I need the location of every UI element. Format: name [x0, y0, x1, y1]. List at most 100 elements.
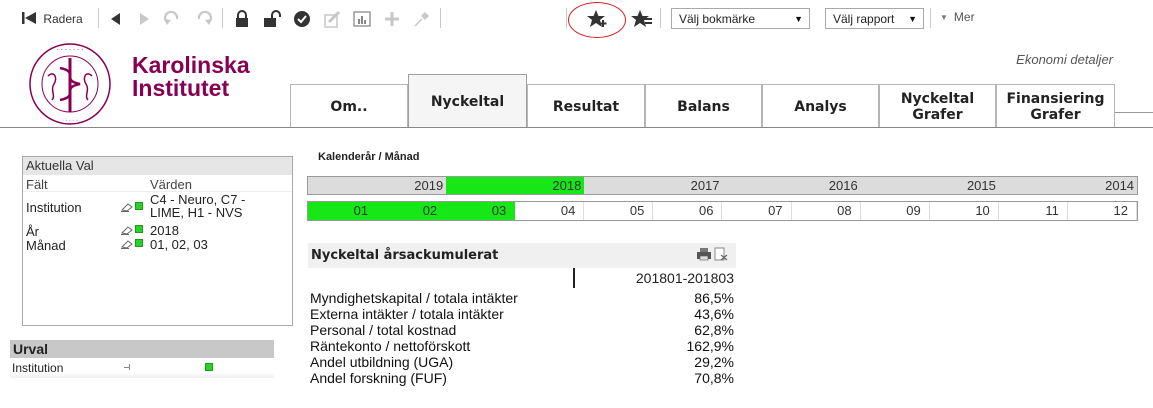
kpi-value: 62,8%	[694, 322, 734, 338]
excel-export-icon[interactable]	[714, 247, 728, 261]
selection-value: 01, 02, 03	[150, 237, 208, 252]
report-select[interactable]: Välj rapport ▼	[825, 8, 924, 29]
more-label: Mer	[953, 10, 975, 24]
report-select-value: Välj rapport	[833, 11, 895, 26]
kpi-value: 43,6%	[694, 306, 734, 322]
separator	[440, 8, 441, 28]
bookmark-select[interactable]: Välj bokmärke ▼	[671, 8, 810, 29]
values-column-header: Värden	[150, 177, 192, 192]
month-cell[interactable]: 02	[377, 202, 447, 220]
chart-icon[interactable]	[350, 7, 374, 31]
plus-icon[interactable]	[380, 7, 404, 31]
back-icon[interactable]	[104, 7, 128, 31]
current-selections-columns: Fält Värden	[23, 175, 292, 192]
month-cell[interactable]: 03	[446, 202, 516, 220]
kpi-value: 86,5%	[694, 290, 734, 306]
table-row: Externa intäkter / totala intäkter 43,6%	[308, 306, 736, 322]
separator	[930, 8, 931, 28]
year-cell[interactable]: 2015	[861, 177, 999, 194]
tab-label: Finansiering Grafer	[1006, 90, 1105, 123]
kpi-table-title: Nyckeltal årsackumulerat	[311, 248, 499, 263]
urval-title: Urval	[10, 340, 274, 358]
tab-finansiering-grafer[interactable]: Finansiering Grafer	[996, 84, 1115, 128]
tab-balans[interactable]: Balans	[645, 84, 762, 128]
forward-icon[interactable]	[132, 7, 156, 31]
kpi-name: Andel utbildning (UGA)	[310, 354, 454, 370]
kpi-name: Räntekonto / nettoförskott	[310, 338, 471, 354]
table-row: Andel forskning (FUF) 70,8%	[308, 370, 736, 386]
separator	[566, 8, 567, 28]
year-selector: 2019 2018 2017 2016 2015 2014	[307, 176, 1138, 195]
field-column-header: Fält	[26, 177, 48, 192]
tab-analys[interactable]: Analys	[762, 84, 879, 128]
pin-icon[interactable]	[410, 7, 434, 31]
selected-indicator	[205, 363, 213, 371]
bookmark-star-icon[interactable]	[630, 7, 654, 31]
month-cell[interactable]: 07	[722, 202, 792, 220]
redo-icon[interactable]	[192, 7, 216, 31]
delete-button[interactable]: Radera	[10, 7, 94, 31]
year-cell[interactable]: 2018	[446, 177, 585, 194]
lock-icon[interactable]	[230, 7, 254, 31]
selection-value: 2018	[150, 223, 179, 238]
selection-field: Institution	[26, 200, 82, 215]
year-cell[interactable]: 2017	[584, 177, 722, 194]
brand-line-1: Karolinska	[132, 52, 250, 78]
separator	[98, 8, 99, 28]
month-cell[interactable]: 11	[999, 202, 1068, 220]
selection-row-year[interactable]: År 2018	[23, 223, 292, 239]
print-icon[interactable]	[696, 247, 712, 261]
year-cell[interactable]: 2014	[999, 177, 1137, 194]
slider-handle-mark	[129, 364, 130, 370]
month-cell[interactable]: 09	[861, 202, 930, 220]
kpi-name: Myndighetskapital / totala intäkter	[310, 290, 518, 306]
check-icon[interactable]	[290, 7, 314, 31]
eraser-icon[interactable]	[120, 202, 134, 212]
brand-name: Karolinska Institutet	[132, 54, 250, 100]
period-column-header[interactable]: 201801-201803	[636, 270, 734, 286]
page-subtitle: Ekonomi detaljer	[1016, 52, 1113, 67]
month-cell[interactable]: 12	[1068, 202, 1137, 220]
tab-nyckeltal[interactable]: Nyckeltal	[408, 74, 527, 128]
column-sort-marker	[573, 268, 575, 288]
svg-text:· · · · ·: · · · · ·	[62, 118, 78, 124]
month-cell[interactable]: 01	[308, 202, 378, 220]
year-cell[interactable]: 2019	[308, 177, 446, 194]
selection-value: C4 - Neuro, C7 - LIME, H1 - NVS	[150, 192, 246, 220]
selected-indicator	[135, 202, 143, 210]
eraser-icon[interactable]	[120, 239, 134, 249]
kpi-table-body: Myndighetskapital / totala intäkter 86,5…	[308, 290, 736, 386]
toolbar: Radera Välj bokmärke ▼ Välj rapport ▼ ▼ …	[0, 0, 1153, 38]
selection-row-institution[interactable]: Institution C4 - Neuro, C7 - LIME, H1 - …	[23, 192, 292, 224]
current-selections-box: Aktuella Val Fält Värden Institution C4 …	[22, 156, 293, 326]
undo-icon[interactable]	[160, 7, 184, 31]
kpi-value: 70,8%	[694, 370, 734, 386]
month-cell[interactable]: 10	[930, 202, 999, 220]
selection-row-month[interactable]: Månad 01, 02, 03	[23, 237, 292, 253]
kpi-name: Andel forskning (FUF)	[310, 370, 447, 386]
urval-row-institution[interactable]: Institution	[10, 358, 274, 378]
table-row: Personal / total kostnad 62,8%	[308, 322, 736, 338]
tab-label: Resultat	[552, 98, 620, 115]
highlight-circle	[568, 2, 626, 38]
kpi-value: 162,9%	[686, 338, 734, 354]
year-cell[interactable]: 2016	[723, 177, 861, 194]
month-cell[interactable]: 06	[653, 202, 723, 220]
tab-nyckeltal-grafer[interactable]: Nyckeltal Grafer	[879, 84, 996, 128]
tab-om[interactable]: Om..	[290, 84, 408, 128]
tab-label: Nyckeltal Grafer	[900, 90, 975, 123]
edit-icon[interactable]	[320, 7, 344, 31]
tab-label: Nyckeltal	[430, 93, 505, 110]
month-cell[interactable]: 05	[584, 202, 654, 220]
eraser-icon[interactable]	[120, 225, 134, 235]
chevron-down-icon: ▼	[940, 12, 948, 22]
month-cell[interactable]: 04	[515, 202, 585, 220]
more-button[interactable]: ▼ Mer	[940, 10, 975, 24]
unlock-icon[interactable]	[260, 7, 284, 31]
tab-resultat[interactable]: Resultat	[527, 84, 645, 128]
kpi-column-header: 201801-201803	[308, 268, 736, 290]
month-cell[interactable]: 08	[792, 202, 861, 220]
tab-label: Analys	[794, 98, 847, 115]
kpi-value: 29,2%	[694, 354, 734, 370]
svg-text:· · · · · · ·: · · · · · · ·	[57, 46, 84, 54]
